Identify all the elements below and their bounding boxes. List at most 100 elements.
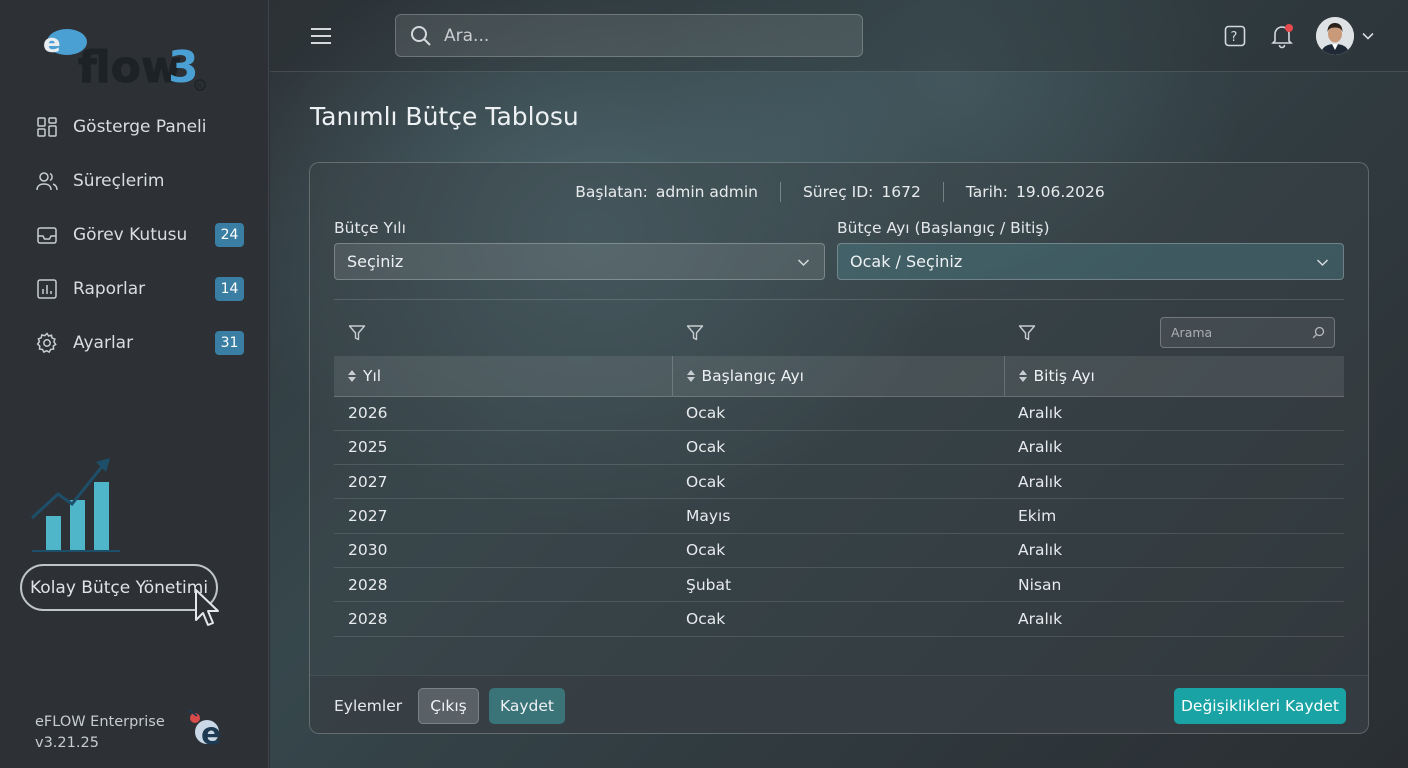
table-row[interactable]: 2027 Ocak Aralık xyxy=(334,465,1344,499)
main-area: ? Tanımlı Bütçe Tablosu Başlatan: admin … xyxy=(270,0,1408,768)
table-search[interactable] xyxy=(1160,317,1335,348)
starter-value: admin admin xyxy=(655,183,758,201)
cell-start-month: Ocak xyxy=(686,609,726,628)
cell-end-month: Ekim xyxy=(1018,507,1057,526)
process-meta: Başlatan: admin admin Süreç ID: 1672 Tar… xyxy=(310,181,1368,203)
hamburger-menu-icon[interactable] xyxy=(310,26,332,46)
actions-label: Eylemler xyxy=(334,697,403,715)
search-icon xyxy=(411,25,431,46)
svg-text:e: e xyxy=(201,717,221,750)
sidebar-item-reports[interactable]: Raporlar 14 xyxy=(0,262,269,316)
version-number: v3.21.25 xyxy=(35,735,99,751)
date-value: 19.06.2026 xyxy=(1015,183,1105,201)
process-id-label: Süreç ID: xyxy=(802,183,874,201)
sidebar-item-inbox[interactable]: Görev Kutusu 24 xyxy=(0,208,269,262)
cell-year: 2025 xyxy=(348,438,388,457)
cell-start-month: Ocak xyxy=(686,472,726,491)
filter-icon[interactable] xyxy=(686,324,704,342)
section-divider xyxy=(334,299,1344,300)
exit-button[interactable]: Çıkış xyxy=(418,688,479,724)
sidebar-item-label: Gösterge Paneli xyxy=(73,117,207,137)
help-icon[interactable]: ? xyxy=(1224,25,1246,47)
cell-end-month: Nisan xyxy=(1018,575,1062,594)
cell-year: 2026 xyxy=(348,404,388,423)
global-search[interactable] xyxy=(395,14,863,57)
page-title: Tanımlı Bütçe Tablosu xyxy=(310,102,579,131)
cell-end-month: Aralık xyxy=(1018,404,1063,423)
cell-end-month: Aralık xyxy=(1018,438,1063,457)
table-row[interactable]: 2028 Ocak Aralık xyxy=(334,602,1344,637)
cell-year: 2030 xyxy=(348,541,388,560)
budget-month-label: Bütçe Ayı (Başlangıç / Bitiş) xyxy=(837,219,1050,237)
card-footer: Eylemler Çıkış Kaydet Değişiklikleri Kay… xyxy=(310,675,1368,733)
table-search-input[interactable] xyxy=(1171,325,1301,340)
notification-bell-icon[interactable] xyxy=(1270,23,1294,49)
cell-start-month: Şubat xyxy=(686,575,732,594)
search-icon xyxy=(1312,326,1325,339)
product-name: eFLOW Enterprise xyxy=(35,714,165,730)
save-changes-button[interactable]: Değişiklikleri Kaydet xyxy=(1174,688,1346,724)
column-header-start-month[interactable]: Başlangıç Ayı xyxy=(671,356,1004,396)
sort-icon xyxy=(348,369,356,382)
cell-year: 2027 xyxy=(348,507,388,526)
column-header-label: Yıl xyxy=(363,366,382,385)
budget-year-label: Bütçe Yılı xyxy=(334,219,406,237)
search-input[interactable] xyxy=(444,25,844,46)
sidebar-item-settings[interactable]: Ayarlar 31 xyxy=(0,316,269,370)
save-button[interactable]: Kaydet xyxy=(489,688,565,724)
budget-table: Yıl Başlangıç Ayı Bitiş Ayı 2026 Ocak Ar… xyxy=(334,356,1344,637)
count-badge: 31 xyxy=(215,331,244,355)
cell-start-month: Ocak xyxy=(686,404,726,423)
budget-year-select[interactable]: Seçiniz xyxy=(334,243,825,280)
cell-start-month: Ocak xyxy=(686,541,726,560)
user-avatar[interactable] xyxy=(1316,17,1354,55)
eflow-logo[interactable]: e flow 3 R xyxy=(38,16,218,96)
column-header-end-month[interactable]: Bitiş Ayı xyxy=(1003,356,1344,396)
notification-dot xyxy=(1285,24,1293,32)
report-icon xyxy=(36,278,58,300)
table-row[interactable]: 2025 Ocak Aralık xyxy=(334,430,1344,465)
cursor-icon xyxy=(195,589,219,626)
chevron-down-icon xyxy=(1316,259,1329,267)
svg-text:3: 3 xyxy=(168,42,199,93)
column-header-label: Başlangıç Ayı xyxy=(701,366,804,385)
filter-icon[interactable] xyxy=(348,324,366,342)
cell-year: 2028 xyxy=(348,575,388,594)
users-icon xyxy=(36,170,58,192)
table-row[interactable]: 2030 Ocak Aralık xyxy=(334,533,1344,568)
gear-icon xyxy=(36,332,58,354)
chevron-down-icon xyxy=(797,259,810,267)
budget-month-value: Ocak / Seçiniz xyxy=(850,252,963,271)
count-badge: 14 xyxy=(215,277,244,301)
cell-end-month: Aralık xyxy=(1018,472,1063,491)
budget-year-value: Seçiniz xyxy=(347,252,404,271)
table-filter-row xyxy=(334,313,1344,355)
budget-promo-button[interactable]: Kolay Bütçe Yönetimi xyxy=(20,564,218,611)
cell-end-month: Aralık xyxy=(1018,609,1063,628)
filter-icon[interactable] xyxy=(1018,324,1036,342)
sidebar-item-label: Görev Kutusu xyxy=(73,225,188,245)
sort-icon xyxy=(1018,369,1027,382)
starter-label: Başlatan: xyxy=(575,183,648,201)
cell-end-month: Aralık xyxy=(1018,541,1063,560)
brand-mascot-logo: e xyxy=(188,709,221,750)
inbox-icon xyxy=(36,224,58,246)
process-id-value: 1672 xyxy=(881,183,921,201)
version-info: eFLOW Enterprise v3.21.25 xyxy=(35,712,165,754)
sidebar-nav: Gösterge Paneli Süreçlerim Görev Kutusu … xyxy=(0,100,269,370)
cell-year: 2027 xyxy=(348,472,388,491)
table-row[interactable]: 2028 Şubat Nisan xyxy=(334,567,1344,602)
column-header-year[interactable]: Yıl xyxy=(334,356,672,396)
sidebar-item-label: Süreçlerim xyxy=(73,171,165,191)
budget-card: Başlatan: admin admin Süreç ID: 1672 Tar… xyxy=(309,162,1369,734)
table-row[interactable]: 2027 Mayıs Ekim xyxy=(334,499,1344,534)
budget-month-select[interactable]: Ocak / Seçiniz xyxy=(837,243,1344,280)
svg-text:R: R xyxy=(197,82,202,90)
cell-start-month: Mayıs xyxy=(686,507,731,526)
sidebar-item-processes[interactable]: Süreçlerim xyxy=(0,154,269,208)
sidebar-item-dashboard[interactable]: Gösterge Paneli xyxy=(0,100,269,154)
top-bar: ? xyxy=(270,0,1408,72)
svg-text:e: e xyxy=(43,29,61,59)
chevron-down-icon[interactable] xyxy=(1362,30,1374,42)
table-row[interactable]: 2026 Ocak Aralık xyxy=(334,396,1344,431)
